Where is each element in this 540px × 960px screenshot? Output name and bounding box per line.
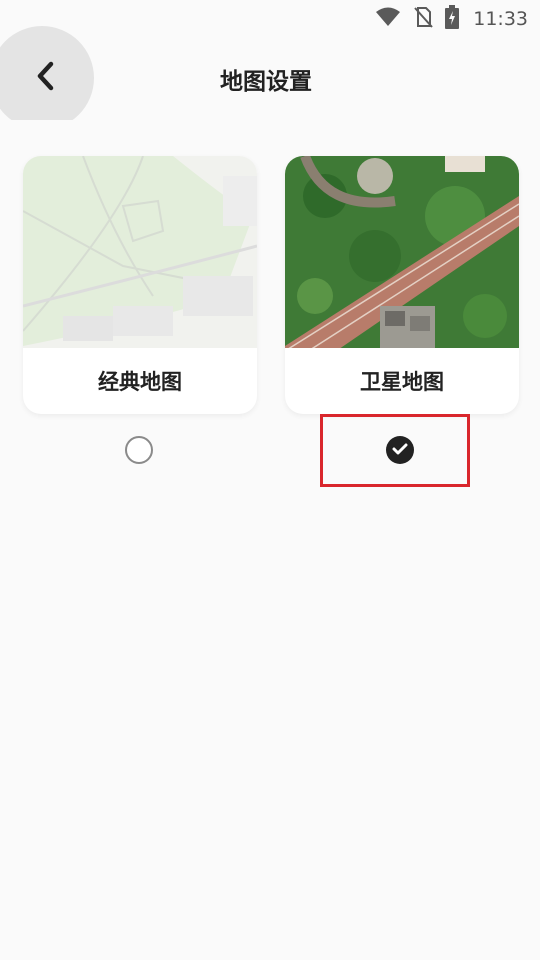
classic-map-card[interactable]: 经典地图 [23,156,257,414]
satellite-map-preview [285,156,519,386]
page-title: 地图设置 [220,69,312,95]
status-icons: 11:33 [375,5,528,33]
battery-charging-icon [445,5,460,33]
classic-map-radio[interactable] [125,436,153,464]
no-sim-icon [413,6,433,32]
header-divider [0,120,110,134]
classic-map-preview [23,156,257,348]
wifi-icon [375,7,401,31]
satellite-map-card[interactable]: 卫星地图 [285,156,519,414]
selection-highlight-box [320,414,470,487]
status-time: 11:33 [473,8,528,30]
status-bar: 11:33 [0,0,540,36]
satellite-map-label: 卫星地图 [360,370,444,394]
classic-map-label: 经典地图 [98,370,182,394]
